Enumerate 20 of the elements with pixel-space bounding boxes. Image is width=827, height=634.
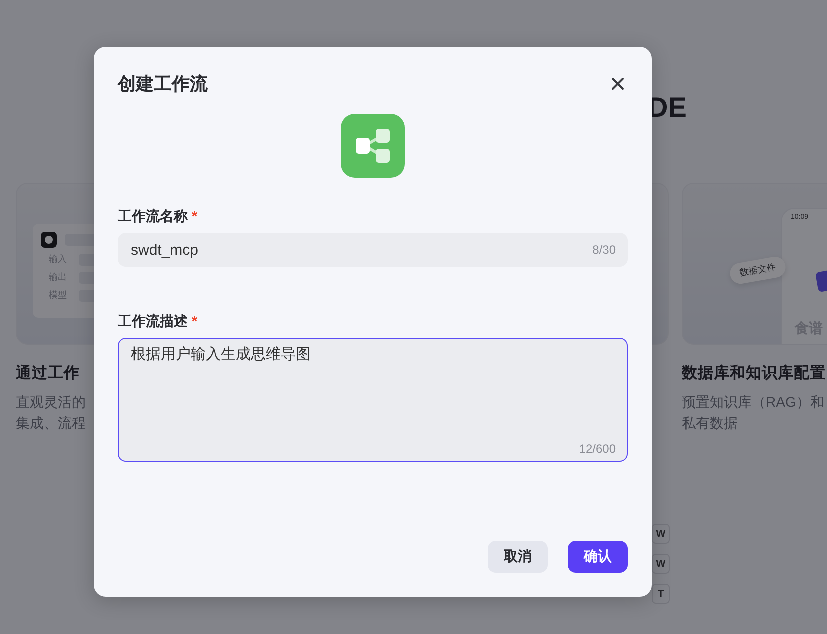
field-label: 工作流名称 <box>118 208 188 226</box>
character-count: 8/30 <box>592 243 616 257</box>
card-description: 私有数据 <box>682 414 739 433</box>
card-description: 集成、流程 <box>16 414 87 433</box>
card-description: 预置知识库（RAG）和 <box>682 393 826 412</box>
card-title: 数据库和知识库配置 <box>682 364 827 384</box>
bot-logo-icon <box>41 232 57 248</box>
close-icon <box>611 77 625 91</box>
character-count: 12/600 <box>579 442 616 456</box>
workflow-icon <box>341 114 405 178</box>
shortcut-key: T <box>652 584 670 604</box>
field-label: 工作流描述 <box>118 313 188 331</box>
data-file-chip: 数据文件 <box>728 255 788 286</box>
required-mark: * <box>192 208 198 226</box>
confirm-button[interactable]: 确认 <box>568 541 628 573</box>
dialog-title: 创建工作流 <box>118 73 208 96</box>
required-mark: * <box>192 313 198 331</box>
card-title: 通过工作 <box>16 364 81 384</box>
cancel-button[interactable]: 取消 <box>488 541 548 573</box>
card-description: 直观灵活的 <box>16 393 87 412</box>
